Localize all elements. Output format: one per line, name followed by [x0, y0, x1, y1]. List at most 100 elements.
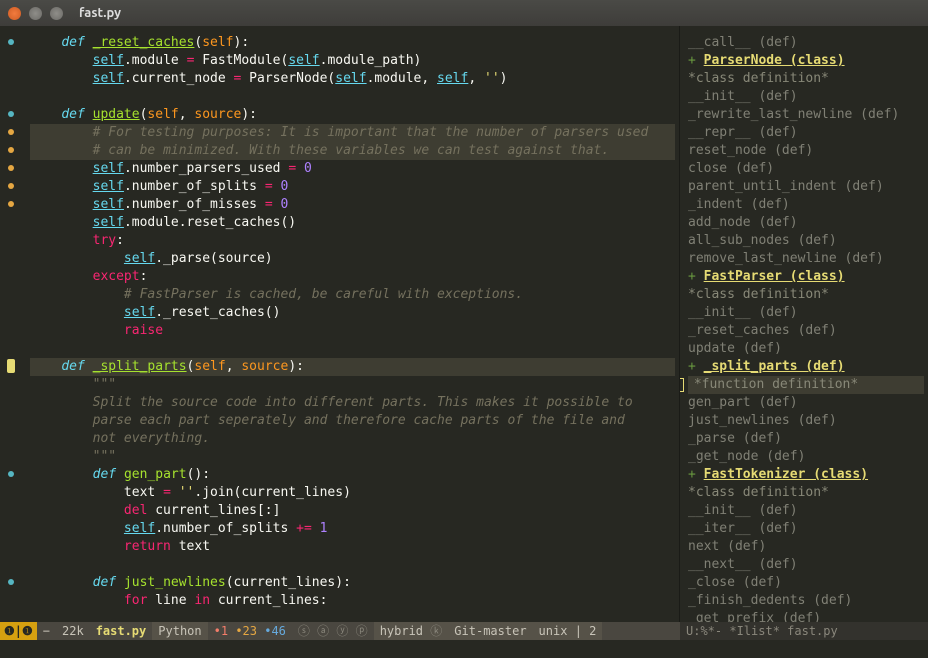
outline-label: reset_node (def) — [688, 143, 813, 158]
outline-label: *function definition* — [694, 377, 858, 392]
minimize-icon[interactable] — [29, 7, 42, 20]
gutter-marker[interactable] — [8, 471, 14, 477]
code-line[interactable]: """ — [30, 448, 675, 466]
outline-item[interactable]: remove_last_newline (def) — [688, 250, 924, 268]
outline-label: all_sub_nodes (def) — [688, 233, 837, 248]
outline-item[interactable]: gen_part (def) — [688, 394, 924, 412]
outline-item[interactable]: reset_node (def) — [688, 142, 924, 160]
gutter-marker[interactable] — [8, 111, 14, 117]
outline-item[interactable]: __next__ (def) — [688, 556, 924, 574]
code-line[interactable] — [30, 88, 675, 106]
code-line[interactable]: self.number_parsers_used = 0 — [30, 160, 675, 178]
minibuffer[interactable] — [0, 640, 928, 658]
code-editor[interactable]: def _reset_caches(self): self.module = F… — [22, 26, 680, 622]
outline-item[interactable]: _finish_dedents (def) — [688, 592, 924, 610]
gutter-marker[interactable] — [8, 129, 14, 135]
close-icon[interactable] — [8, 7, 21, 20]
outline-item[interactable]: _reset_caches (def) — [688, 322, 924, 340]
outline-item[interactable]: + ParserNode (class) — [688, 52, 924, 70]
outline-label: __init__ (def) — [688, 305, 798, 320]
outline-item[interactable]: _get_prefix (def) — [688, 610, 924, 622]
outline-label: FastParser (class) — [704, 269, 845, 284]
status-encoding: unix | 2 — [533, 622, 603, 640]
code-line[interactable]: self._parse(source) — [30, 250, 675, 268]
gutter-marker[interactable] — [8, 201, 14, 207]
outline-panel[interactable]: __call__ (def)+ ParserNode (class) *clas… — [680, 26, 928, 622]
fold-toggle-icon[interactable]: + — [688, 359, 704, 374]
fold-toggle-icon[interactable]: + — [688, 53, 704, 68]
code-line[interactable]: for line in current_lines: — [30, 592, 675, 610]
code-line[interactable]: self.module = FastModule(self.module_pat… — [30, 52, 675, 70]
outline-item[interactable]: *class definition* — [688, 70, 924, 88]
code-line[interactable]: Split the source code into different par… — [30, 394, 675, 412]
outline-item[interactable]: + FastTokenizer (class) — [688, 466, 924, 484]
code-line[interactable]: self.module.reset_caches() — [30, 214, 675, 232]
outline-item[interactable]: all_sub_nodes (def) — [688, 232, 924, 250]
gutter-marker[interactable] — [7, 359, 15, 373]
outline-item[interactable]: + FastParser (class) — [688, 268, 924, 286]
outline-item[interactable]: __init__ (def) — [688, 502, 924, 520]
outline-item[interactable]: _rewrite_last_newline (def) — [688, 106, 924, 124]
gutter-marker[interactable] — [8, 183, 14, 189]
outline-item[interactable]: close (def) — [688, 160, 924, 178]
outline-item[interactable]: _indent (def) — [688, 196, 924, 214]
gutter-marker[interactable] — [8, 39, 14, 45]
code-line[interactable]: """ — [30, 376, 675, 394]
outline-label: __init__ (def) — [688, 89, 798, 104]
outline-item[interactable]: parent_until_indent (def) — [688, 178, 924, 196]
code-line[interactable]: try: — [30, 232, 675, 250]
status-flycheck[interactable]: •1 •23 •46 — [208, 622, 292, 640]
outline-item[interactable]: *class definition* — [688, 286, 924, 304]
code-line[interactable]: self.number_of_misses = 0 — [30, 196, 675, 214]
code-line[interactable]: # For testing purposes: It is important … — [30, 124, 675, 142]
outline-item[interactable]: _close (def) — [688, 574, 924, 592]
code-line[interactable]: self.number_of_splits += 1 — [30, 520, 675, 538]
code-line[interactable]: def update(self, source): — [30, 106, 675, 124]
outline-item[interactable]: __repr__ (def) — [688, 124, 924, 142]
outline-label: _get_prefix (def) — [688, 611, 821, 622]
outline-item[interactable]: just_newlines (def) — [688, 412, 924, 430]
gutter-marker[interactable] — [8, 165, 14, 171]
outline-item[interactable]: _get_node (def) — [688, 448, 924, 466]
code-line[interactable] — [30, 340, 675, 358]
outline-item[interactable]: __init__ (def) — [688, 88, 924, 106]
status-git-branch[interactable]: Git-master — [448, 622, 532, 640]
code-line[interactable]: self.current_node = ParserNode(self.modu… — [30, 70, 675, 88]
outline-item[interactable]: *class definition* — [688, 484, 924, 502]
outline-item[interactable]: next (def) — [688, 538, 924, 556]
outline-item[interactable]: update (def) — [688, 340, 924, 358]
maximize-icon[interactable] — [50, 7, 63, 20]
code-line[interactable] — [30, 556, 675, 574]
gutter-marker[interactable] — [8, 579, 14, 585]
code-line[interactable]: not everything. — [30, 430, 675, 448]
code-line[interactable]: # can be minimized. With these variables… — [30, 142, 675, 160]
status-major-mode[interactable]: Python — [152, 622, 207, 640]
code-line[interactable]: parse each part seperately and therefore… — [30, 412, 675, 430]
status-filename[interactable]: fast.py — [90, 622, 153, 640]
outline-item[interactable]: _parse (def) — [688, 430, 924, 448]
outline-label: _parse (def) — [688, 431, 782, 446]
code-line[interactable]: self.number_of_splits = 0 — [30, 178, 675, 196]
outline-item[interactable]: + _split_parts (def) — [688, 358, 924, 376]
outline-label: ParserNode (class) — [704, 53, 845, 68]
code-line[interactable]: def _reset_caches(self): — [30, 34, 675, 52]
code-line[interactable]: def gen_part(): — [30, 466, 675, 484]
outline-item[interactable]: __call__ (def) — [688, 34, 924, 52]
code-line[interactable]: text = ''.join(current_lines) — [30, 484, 675, 502]
code-line[interactable]: raise — [30, 322, 675, 340]
code-line[interactable]: return text — [30, 538, 675, 556]
code-line[interactable]: except: — [30, 268, 675, 286]
gutter-marker[interactable] — [8, 147, 14, 153]
fold-toggle-icon[interactable]: + — [688, 467, 704, 482]
outline-item[interactable]: add_node (def) — [688, 214, 924, 232]
code-line[interactable]: def just_newlines(current_lines): — [30, 574, 675, 592]
outline-item[interactable]: __init__ (def) — [688, 304, 924, 322]
code-line[interactable]: del current_lines[:] — [30, 502, 675, 520]
code-line[interactable]: # FastParser is cached, be careful with … — [30, 286, 675, 304]
outline-item[interactable]: *function definition* — [688, 376, 924, 394]
fold-toggle-icon[interactable]: + — [688, 269, 704, 284]
code-line[interactable]: self._reset_caches() — [30, 304, 675, 322]
status-dash: − — [37, 622, 56, 640]
code-line[interactable]: def _split_parts(self, source): — [30, 358, 675, 376]
outline-item[interactable]: __iter__ (def) — [688, 520, 924, 538]
